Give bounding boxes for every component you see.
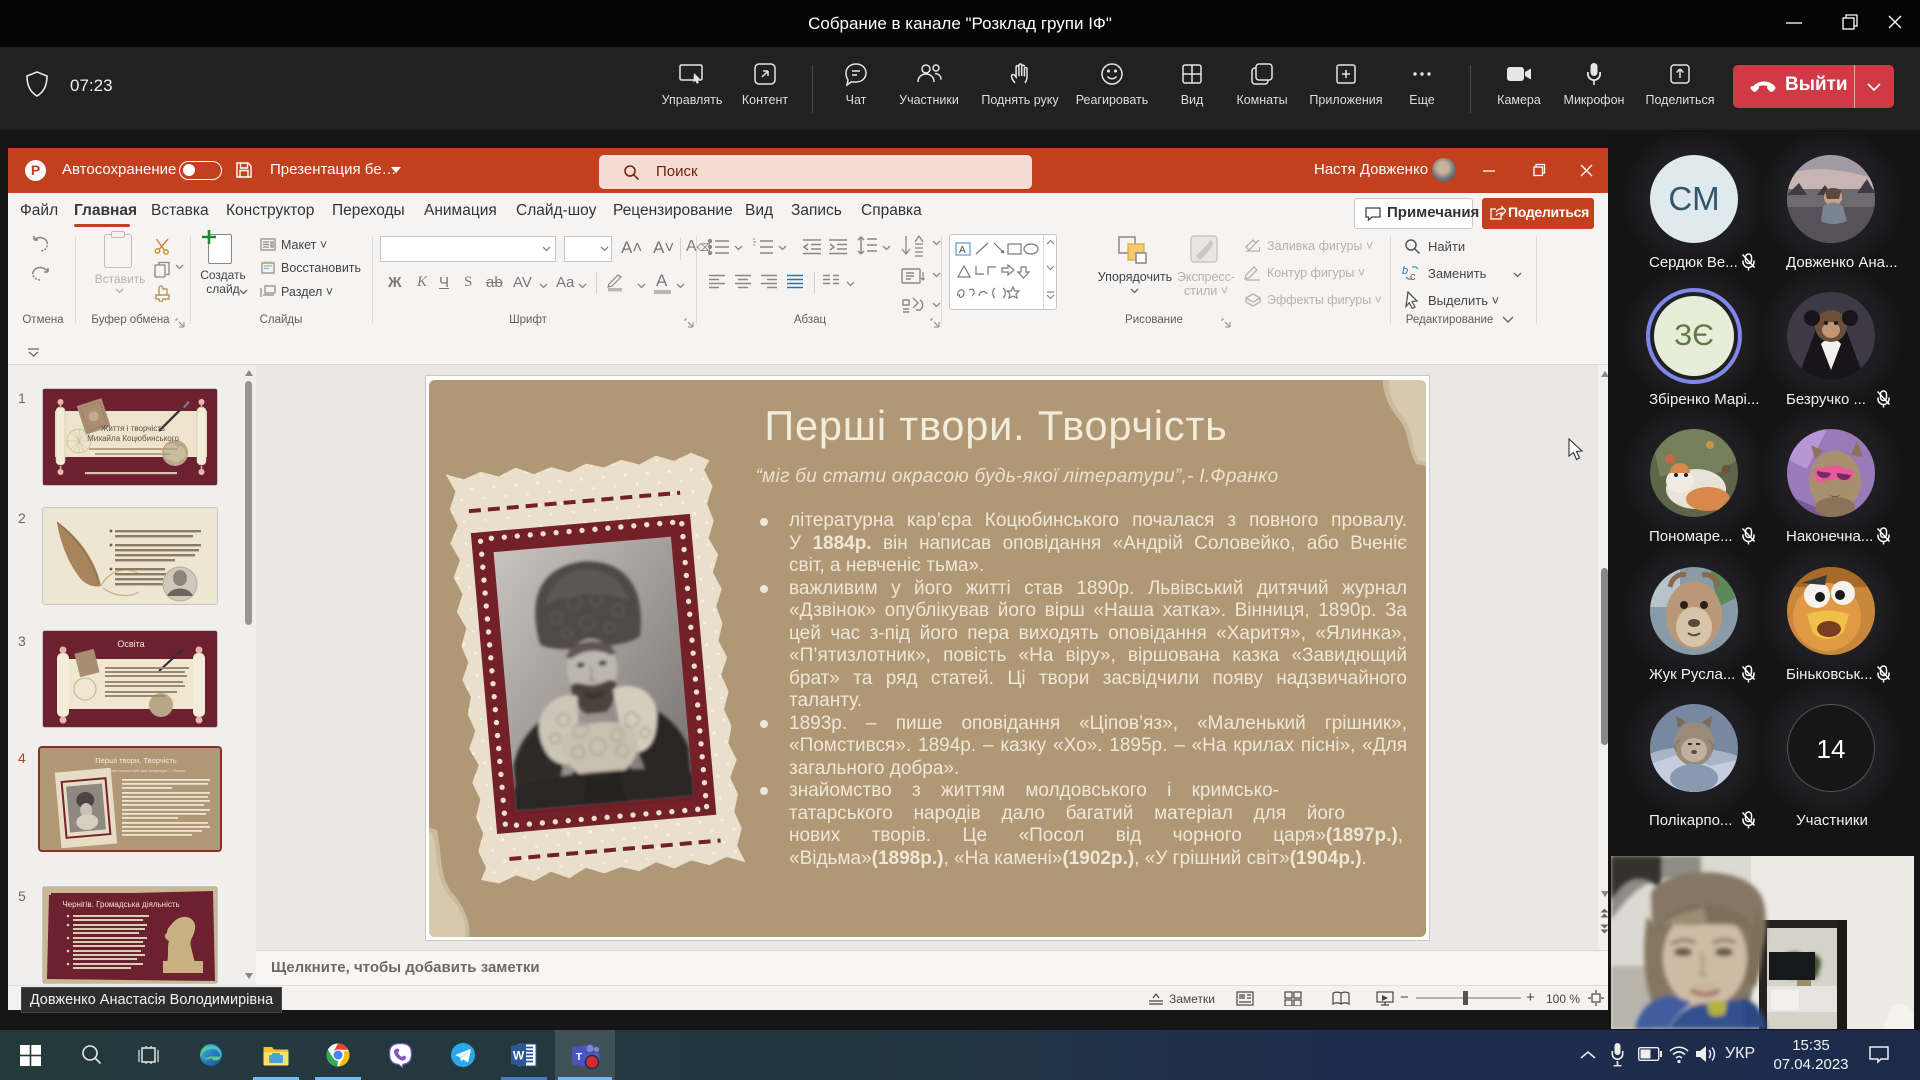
- svg-text:Михайла Коцюбинського: Михайла Коцюбинського: [87, 434, 179, 443]
- svg-text:W: W: [513, 1049, 525, 1063]
- svg-text:Перші твори. Творчість: Перші твори. Творчість: [95, 756, 177, 765]
- svg-text:Життя і творчість: Життя і творчість: [101, 424, 165, 433]
- svg-text:b: b: [1402, 265, 1408, 277]
- svg-text:T: T: [576, 1051, 583, 1063]
- svg-text:c: c: [1410, 271, 1416, 282]
- svg-text:Освіта: Освіта: [117, 639, 144, 649]
- svg-text:A: A: [959, 245, 966, 256]
- svg-text:Чернігів. Громадська діяльніст: Чернігів. Громадська діяльність: [62, 900, 179, 909]
